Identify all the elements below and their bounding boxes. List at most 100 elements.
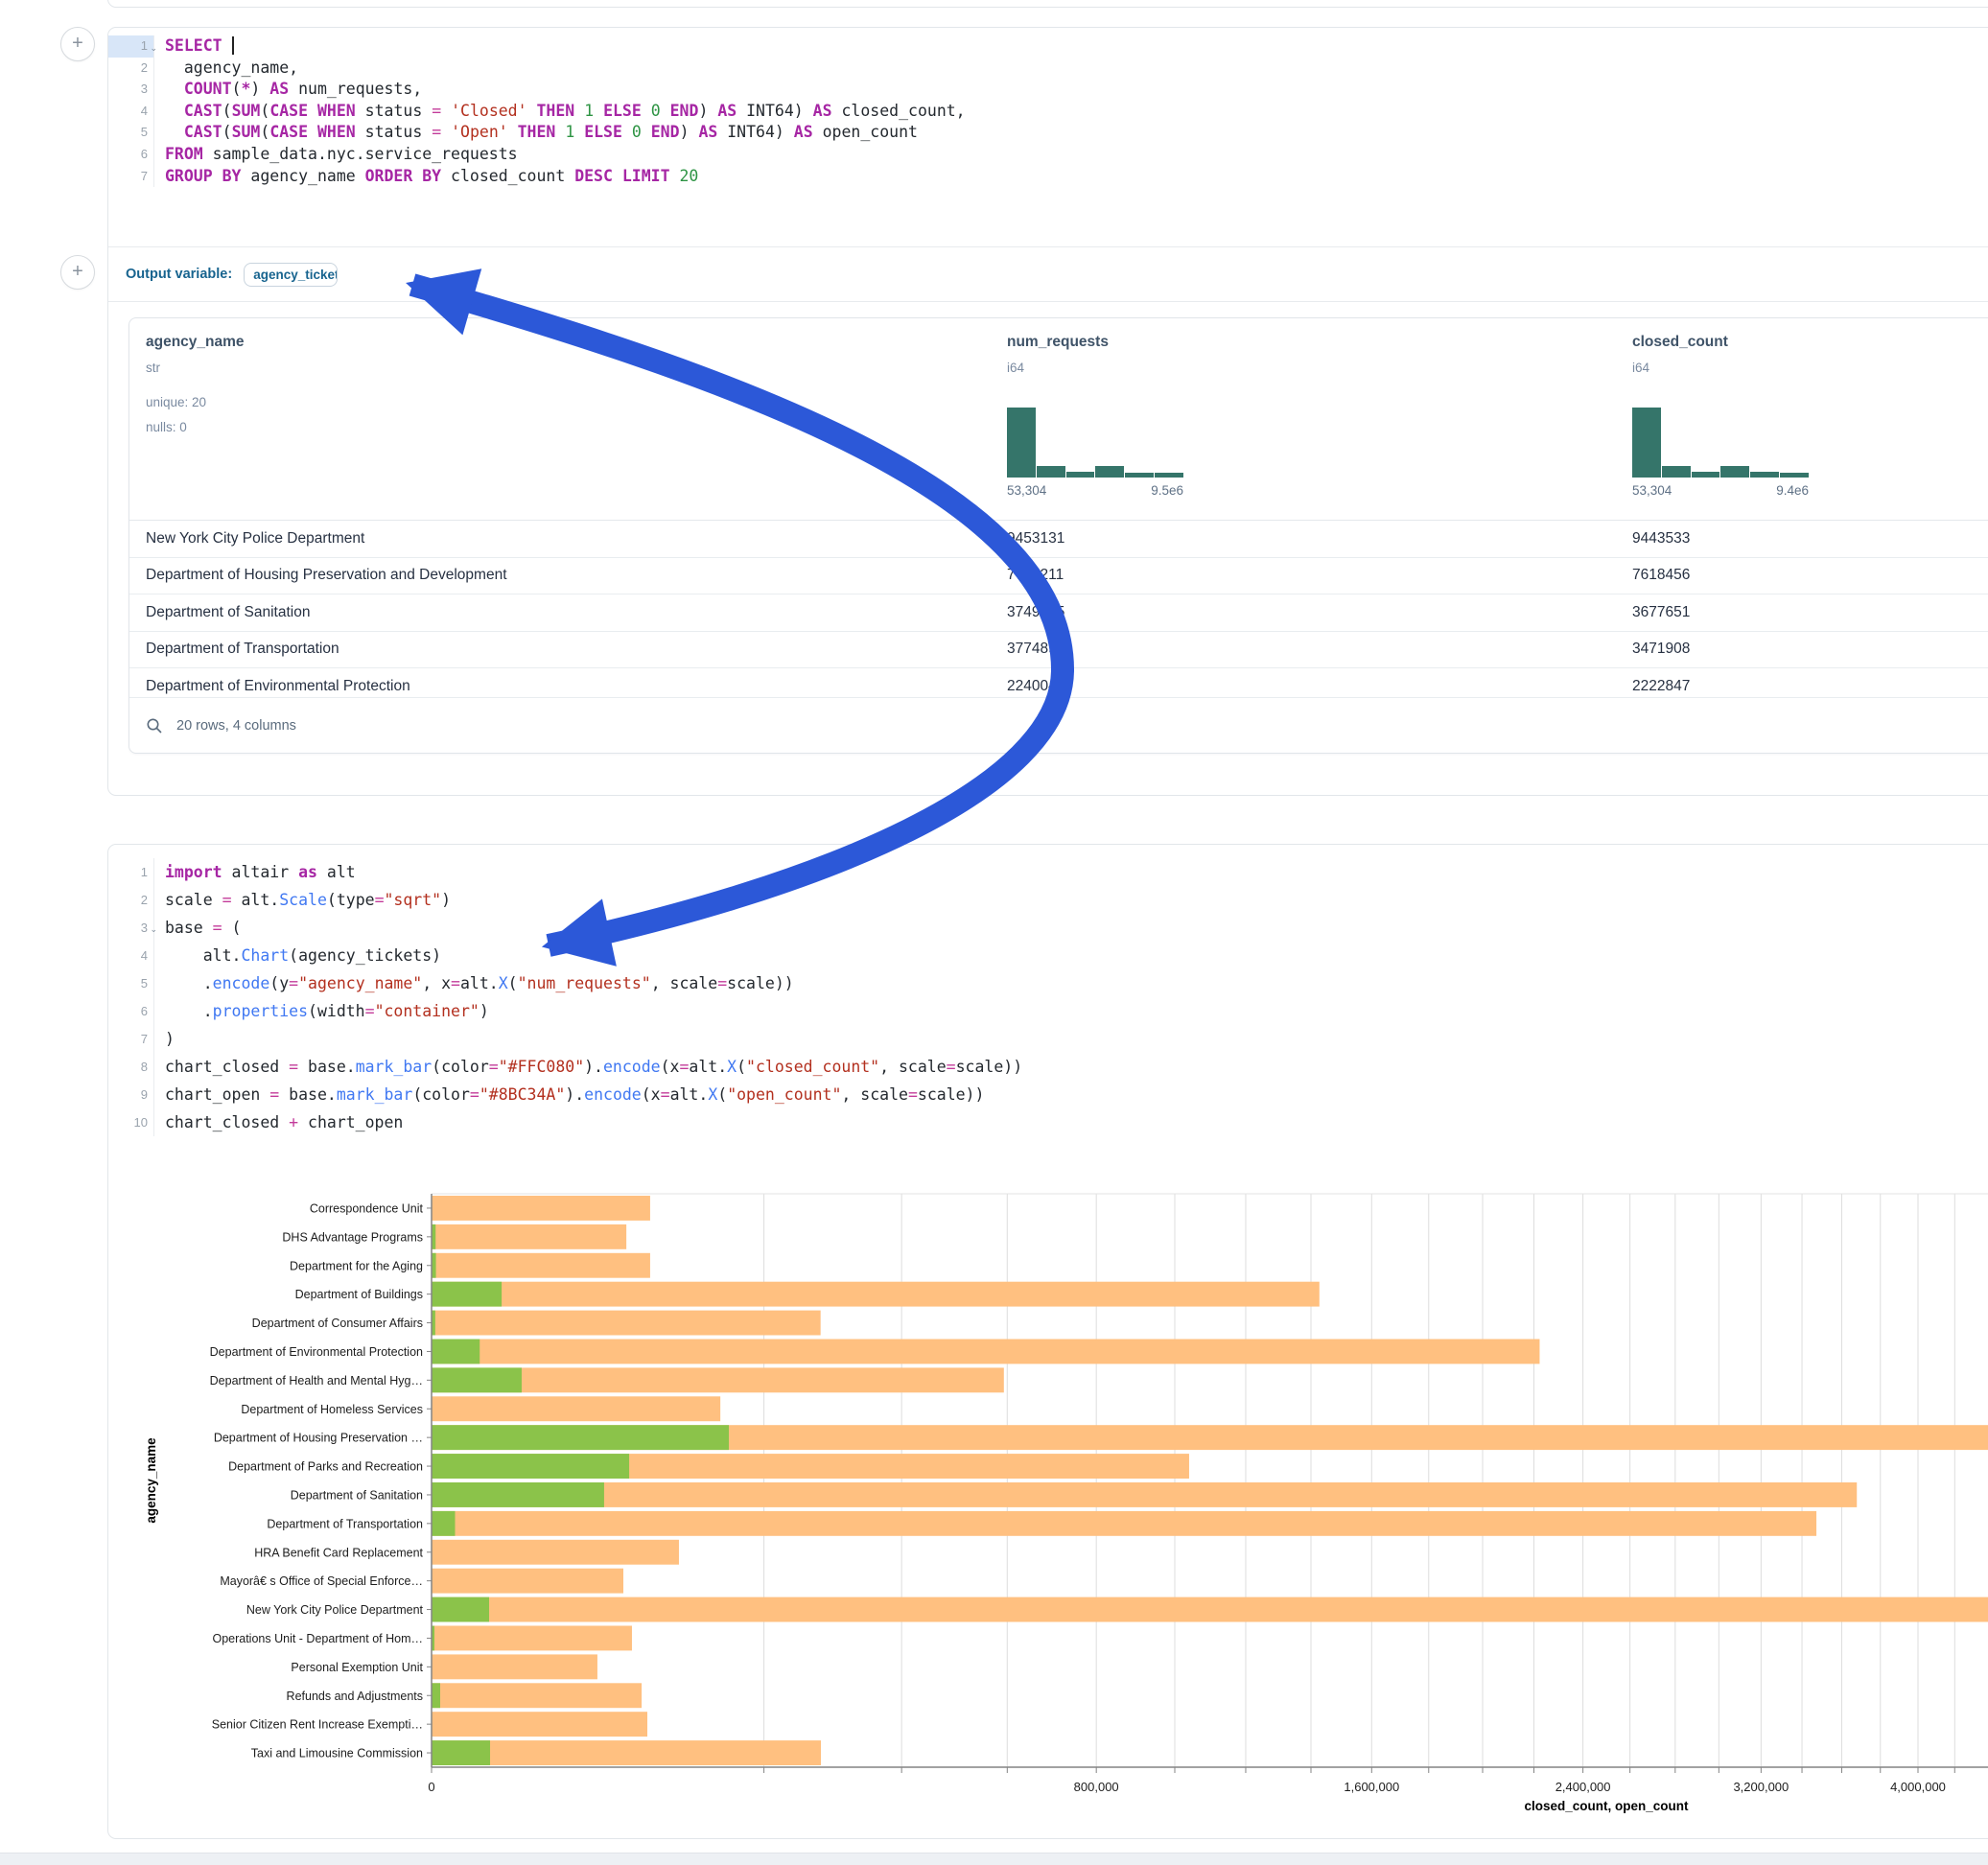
code-line[interactable]: 1import altair as alt — [108, 858, 1988, 886]
y-axis-label: Taxi and Limousine Commission — [251, 1747, 423, 1760]
code-line[interactable]: 6FROM sample_data.nyc.service_requests — [108, 144, 1988, 166]
x-axis-tick-label: 1,600,000 — [1344, 1780, 1399, 1794]
column-type: i64 — [1632, 361, 1649, 375]
code-line[interactable]: 2 agency_name, — [108, 58, 1988, 80]
column-histogram: 53,304 9.4e6 — [1632, 408, 1809, 500]
code-line[interactable]: 8chart_closed = base.mark_bar(color="#FF… — [108, 1053, 1988, 1081]
line-number: 1⌄ — [108, 35, 154, 58]
y-axis-label: Department of Transportation — [267, 1517, 423, 1530]
column-histogram: 53,304 9.5e6 — [1007, 408, 1183, 500]
sql-code-editor[interactable]: 1⌄SELECT 2 agency_name,3 COUNT(*) AS num… — [108, 28, 1988, 187]
x-axis-tick-label: 2,400,000 — [1555, 1780, 1611, 1794]
code-line[interactable]: 7) — [108, 1025, 1988, 1053]
y-axis-label: Department of Homeless Services — [241, 1403, 423, 1416]
table-cell: Department of Sanitation — [146, 604, 990, 621]
histogram-bar — [1095, 466, 1124, 478]
code-line[interactable]: 5 .encode(y="agency_name", x=alt.X("num_… — [108, 969, 1988, 997]
histogram-bar — [1720, 466, 1749, 478]
bar-closed_count — [432, 1626, 632, 1651]
table-footer: 20 rows, 4 columns — [129, 697, 1988, 753]
output-variable-label: Output variable: — [126, 267, 232, 282]
line-number: 7 — [108, 1025, 154, 1053]
python-code-editor[interactable]: 1import altair as alt2scale = alt.Scale(… — [108, 845, 1988, 1136]
row-count-label: 20 rows, 4 columns — [176, 718, 296, 734]
column-type: i64 — [1007, 361, 1024, 375]
y-axis-label: DHS Advantage Programs — [282, 1230, 423, 1244]
bar-closed_count — [432, 1540, 679, 1565]
bar-closed_count — [432, 1597, 1988, 1622]
histogram-bar — [1780, 473, 1809, 478]
code-line[interactable]: 6 .properties(width="container") — [108, 997, 1988, 1025]
search-icon[interactable] — [146, 717, 163, 734]
code-text: import altair as alt — [154, 858, 356, 886]
table-cell: 7618456 — [1632, 567, 1690, 584]
collapse-caret-icon[interactable]: ⌄ — [150, 37, 157, 59]
sql-cell: 1⌄SELECT 2 agency_name,3 COUNT(*) AS num… — [107, 27, 1988, 796]
code-line[interactable]: 9chart_open = base.mark_bar(color="#8BC3… — [108, 1081, 1988, 1108]
x-axis-tick-label: 4,000,000 — [1890, 1780, 1946, 1794]
histogram-bar — [1125, 473, 1154, 478]
bar-open_count — [432, 1740, 490, 1765]
hist-max-label: 9.5e6 — [1151, 483, 1183, 498]
line-number: 7 — [108, 166, 154, 188]
line-number: 9 — [108, 1081, 154, 1108]
code-line[interactable]: 4 alt.Chart(agency_tickets) — [108, 942, 1988, 969]
code-text: .encode(y="agency_name", x=alt.X("num_re… — [154, 969, 794, 997]
code-text: .properties(width="container") — [154, 997, 489, 1025]
code-line[interactable]: 4 CAST(SUM(CASE WHEN status = 'Closed' T… — [108, 101, 1988, 123]
bar-closed_count — [432, 1253, 650, 1278]
code-line[interactable]: 2scale = alt.Scale(type="sqrt") — [108, 886, 1988, 914]
column-header[interactable]: closed_count — [1632, 334, 1728, 351]
histogram-bar — [1066, 472, 1095, 478]
line-number: 3⌄ — [108, 914, 154, 942]
next-cell-gutter — [0, 1853, 1988, 1865]
add-cell-button[interactable]: + — [60, 255, 95, 290]
bar-open_count — [432, 1340, 479, 1364]
histogram-bar — [1662, 466, 1691, 478]
y-axis-label: Refunds and Adjustments — [287, 1690, 423, 1703]
add-cell-button[interactable]: + — [60, 27, 95, 61]
x-axis-tick-label: 3,200,000 — [1733, 1780, 1789, 1794]
code-text: agency_name, — [154, 58, 298, 80]
bar-open_count — [432, 1683, 440, 1708]
line-number: 5 — [108, 122, 154, 144]
x-axis-title: closed_count, open_count — [1524, 1799, 1689, 1813]
code-line[interactable]: 7GROUP BY agency_name ORDER BY closed_co… — [108, 166, 1988, 188]
column-header[interactable]: agency_name — [146, 334, 245, 351]
code-line[interactable]: 3⌄base = ( — [108, 914, 1988, 942]
table-row[interactable]: New York City Police Department945313194… — [129, 521, 1988, 557]
output-variable-pill[interactable]: agency_tickets — [244, 263, 338, 287]
histogram-bar — [1007, 408, 1036, 478]
code-line[interactable]: 3 COUNT(*) AS num_requests, — [108, 79, 1988, 101]
line-number: 6 — [108, 144, 154, 166]
y-axis-label: Department for the Aging — [290, 1259, 423, 1272]
histogram-bar — [1632, 408, 1661, 478]
table-row[interactable]: Department of Transportation377489234719… — [129, 631, 1988, 668]
table-cell: Department of Environmental Protection — [146, 678, 990, 695]
table-row[interactable]: Department of Sanitation37494853677651 — [129, 594, 1988, 631]
code-line[interactable]: 1⌄SELECT — [108, 35, 1988, 58]
y-axis-label: Operations Unit - Department of Hom… — [212, 1632, 423, 1645]
bar-open_count — [432, 1482, 604, 1507]
line-number: 5 — [108, 969, 154, 997]
collapse-caret-icon[interactable]: ⌄ — [150, 916, 157, 944]
column-header[interactable]: num_requests — [1007, 334, 1109, 351]
code-text: chart_closed = base.mark_bar(color="#FFC… — [154, 1053, 1022, 1081]
table-row[interactable]: Department of Housing Preservation and D… — [129, 557, 1988, 594]
histogram-bar — [1155, 473, 1183, 478]
bar-closed_count — [432, 1311, 821, 1336]
table-cell: 9443533 — [1632, 530, 1690, 548]
y-axis-title: agency_name — [144, 1437, 158, 1524]
y-axis-label: Correspondence Unit — [310, 1201, 424, 1215]
y-axis-label: Department of Parks and Recreation — [228, 1460, 423, 1474]
bar-open_count — [432, 1454, 629, 1479]
y-axis-label: Department of Sanitation — [291, 1488, 423, 1502]
table-cell: 3471908 — [1632, 641, 1690, 658]
line-number: 2 — [108, 58, 154, 80]
code-line[interactable]: 5 CAST(SUM(CASE WHEN status = 'Open' THE… — [108, 122, 1988, 144]
bar-closed_count — [432, 1340, 1539, 1364]
column-type: str — [146, 361, 160, 375]
line-number: 2 — [108, 886, 154, 914]
line-number: 4 — [108, 942, 154, 969]
x-axis-tick-label: 800,000 — [1074, 1780, 1119, 1794]
